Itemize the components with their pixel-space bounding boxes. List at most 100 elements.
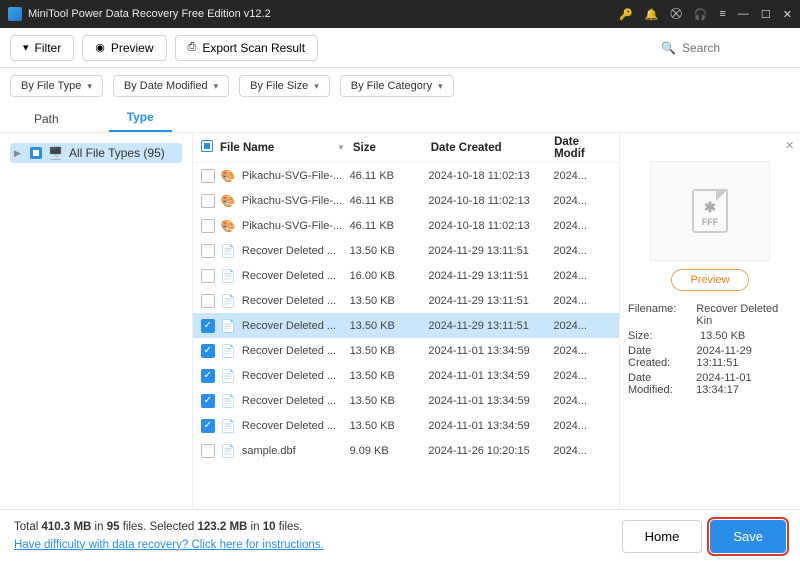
toolbar: ▾Filter ◉Preview ⎙Export Scan Result 🔍 (0, 28, 800, 68)
cell-filename: Recover Deleted ... (242, 395, 350, 407)
meta-value: 2024-11-29 13:11:51 (696, 345, 792, 369)
cell-date-modified: 2024... (553, 270, 611, 282)
row-checkbox[interactable] (201, 269, 215, 283)
meta-label: Date Modified: (628, 372, 696, 396)
preview-action-button[interactable]: Preview (671, 269, 748, 291)
save-button[interactable]: Save (710, 520, 786, 553)
cell-filename: Recover Deleted ... (242, 245, 350, 257)
meta-value: 13.50 KB (700, 330, 745, 342)
table-row[interactable]: 📄sample.dbf9.09 KB2024-11-26 10:20:15202… (193, 438, 619, 463)
cell-date-created: 2024-11-29 13:11:51 (428, 295, 553, 307)
table-row[interactable]: 📄Recover Deleted ...13.50 KB2024-11-01 1… (193, 363, 619, 388)
cell-filename: sample.dbf (242, 445, 350, 457)
table-header: File Name▼ Size Date Created Date Modif (193, 133, 619, 163)
tree-checkbox[interactable] (30, 147, 42, 159)
meta-value: Recover Deleted Kin (696, 303, 792, 327)
file-icon: 📄 (221, 368, 236, 384)
cell-size: 46.11 KB (350, 220, 429, 232)
filter-by-type[interactable]: By File Type (10, 75, 103, 97)
cell-date-created: 2024-11-29 13:11:51 (428, 245, 553, 257)
key-icon[interactable]: 🔑 (619, 8, 633, 21)
export-button[interactable]: ⎙Export Scan Result (175, 35, 319, 61)
bell-icon[interactable]: 🔔 (645, 8, 659, 21)
cell-filename: Recover Deleted ... (242, 345, 350, 357)
col-filename[interactable]: File Name▼ (220, 142, 353, 154)
row-checkbox[interactable] (201, 419, 215, 433)
cell-date-created: 2024-10-18 11:02:13 (428, 170, 553, 182)
file-icon: 📄 (221, 243, 236, 259)
filter-by-date[interactable]: By Date Modified (113, 75, 229, 97)
row-checkbox[interactable] (201, 394, 215, 408)
row-checkbox[interactable] (201, 369, 215, 383)
cell-size: 13.50 KB (350, 320, 429, 332)
file-table: File Name▼ Size Date Created Date Modif … (192, 132, 620, 509)
cell-filename: Recover Deleted ... (242, 420, 350, 432)
filter-button[interactable]: ▾Filter (10, 35, 74, 61)
header-checkbox[interactable] (201, 140, 220, 155)
footer: Total 410.3 MB in 95 files. Selected 123… (0, 509, 800, 563)
footer-info: Total 410.3 MB in 95 files. Selected 123… (14, 519, 614, 554)
cell-date-created: 2024-11-01 13:34:59 (428, 370, 553, 382)
cell-size: 13.50 KB (350, 370, 429, 382)
monitor-icon: 🖥️ (48, 146, 63, 160)
row-checkbox[interactable] (201, 194, 215, 208)
filter-by-category[interactable]: By File Category (340, 75, 454, 97)
table-row[interactable]: 📄Recover Deleted ...13.50 KB2024-11-29 1… (193, 313, 619, 338)
table-row[interactable]: 📄Recover Deleted ...13.50 KB2024-11-01 1… (193, 388, 619, 413)
maximize-icon[interactable]: ☐ (761, 8, 771, 21)
table-row[interactable]: 📄Recover Deleted ...13.50 KB2024-11-01 1… (193, 338, 619, 363)
sort-icon: ▼ (337, 143, 345, 152)
row-checkbox[interactable] (201, 344, 215, 358)
search-input[interactable] (682, 41, 782, 55)
chevron-right-icon[interactable]: ▶ (14, 148, 24, 159)
cell-filename: Recover Deleted ... (242, 295, 350, 307)
filter-by-size[interactable]: By File Size (239, 75, 330, 97)
cell-date-modified: 2024... (553, 345, 611, 357)
col-size[interactable]: Size (353, 142, 431, 154)
row-checkbox[interactable] (201, 444, 215, 458)
row-checkbox[interactable] (201, 169, 215, 183)
cell-date-modified: 2024... (553, 320, 611, 332)
menu-icon[interactable]: ≡ (719, 8, 725, 20)
cell-date-created: 2024-11-29 13:11:51 (428, 270, 553, 282)
table-row[interactable]: 📄Recover Deleted ...16.00 KB2024-11-29 1… (193, 263, 619, 288)
col-date-modified[interactable]: Date Modif (554, 136, 611, 160)
col-date-created[interactable]: Date Created (431, 142, 554, 154)
cell-size: 46.11 KB (350, 195, 429, 207)
globe-icon[interactable]: ⛒ (671, 8, 682, 21)
row-checkbox[interactable] (201, 244, 215, 258)
tab-bar: Path Type (0, 104, 800, 132)
row-checkbox[interactable] (201, 219, 215, 233)
cell-size: 9.09 KB (350, 445, 429, 457)
table-row[interactable]: 📄Recover Deleted ...13.50 KB2024-11-01 1… (193, 413, 619, 438)
headset-icon[interactable]: 🎧 (694, 8, 708, 21)
cell-date-created: 2024-11-01 13:34:59 (428, 420, 553, 432)
cell-date-created: 2024-10-18 11:02:13 (428, 195, 553, 207)
close-panel-icon[interactable]: × (785, 137, 794, 154)
cell-date-modified: 2024... (553, 220, 611, 232)
preview-meta: Filename:Recover Deleted KinSize:13.50 K… (628, 303, 792, 396)
table-row[interactable]: 🎨Pikachu-SVG-File-...46.11 KB2024-10-18 … (193, 213, 619, 238)
close-icon[interactable]: ✕ (783, 8, 792, 21)
table-row[interactable]: 📄Recover Deleted ...13.50 KB2024-11-29 1… (193, 238, 619, 263)
home-button[interactable]: Home (622, 520, 703, 553)
cell-size: 13.50 KB (350, 420, 429, 432)
preview-button[interactable]: ◉Preview (82, 35, 166, 61)
row-checkbox[interactable] (201, 319, 215, 333)
table-row[interactable]: 📄Recover Deleted ...13.50 KB2024-11-29 1… (193, 288, 619, 313)
cell-date-modified: 2024... (553, 370, 611, 382)
meta-label: Filename: (628, 303, 696, 327)
search-box[interactable]: 🔍 (661, 41, 790, 55)
table-row[interactable]: 🎨Pikachu-SVG-File-...46.11 KB2024-10-18 … (193, 163, 619, 188)
cell-date-created: 2024-11-26 10:20:15 (428, 445, 553, 457)
row-checkbox[interactable] (201, 294, 215, 308)
cell-filename: Recover Deleted ... (242, 270, 350, 282)
cell-date-modified: 2024... (553, 195, 611, 207)
tab-path[interactable]: Path (16, 106, 77, 132)
minimize-icon[interactable]: — (738, 8, 749, 20)
tab-type[interactable]: Type (109, 104, 172, 132)
help-link[interactable]: Have difficulty with data recovery? Clic… (14, 539, 324, 551)
table-row[interactable]: 🎨Pikachu-SVG-File-...46.11 KB2024-10-18 … (193, 188, 619, 213)
cell-filename: Recover Deleted ... (242, 320, 350, 332)
tree-root[interactable]: ▶ 🖥️ All File Types (95) (10, 143, 182, 163)
